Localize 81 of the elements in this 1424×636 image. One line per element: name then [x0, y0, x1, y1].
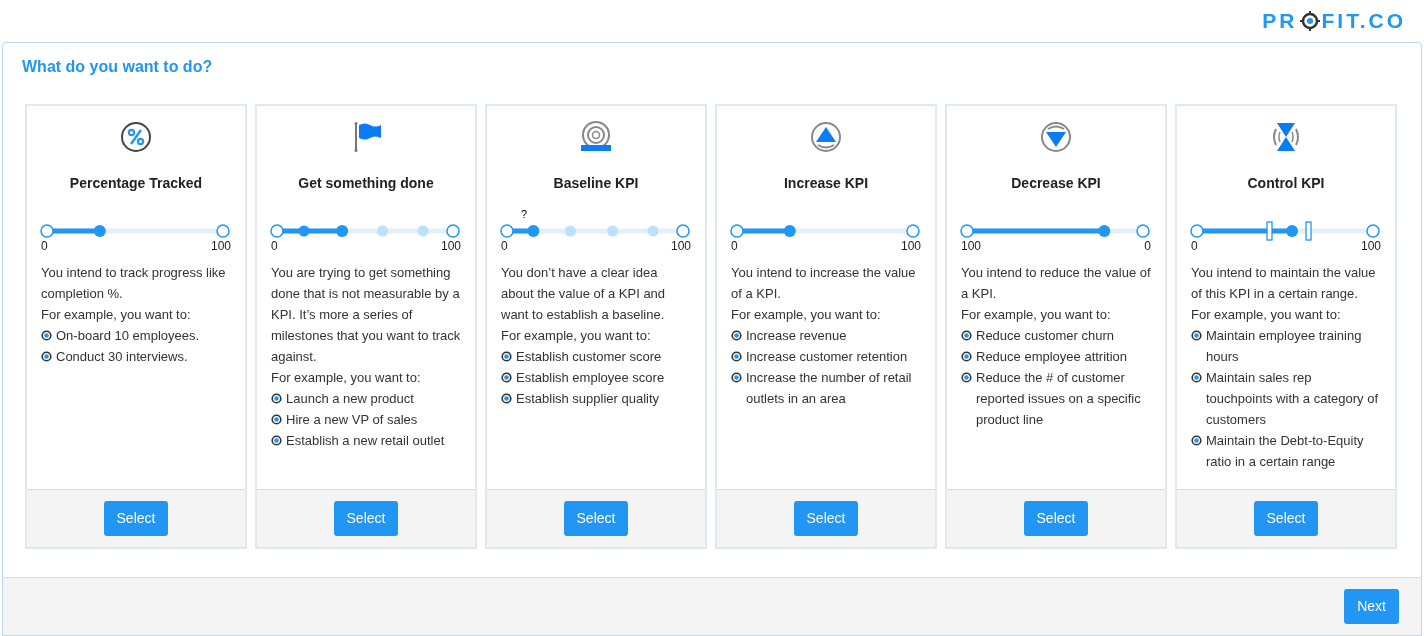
card-title: Get something done: [298, 175, 434, 191]
scale-label: 100: [900, 239, 921, 253]
scale-label: 0: [1191, 239, 1198, 253]
bullet-icon: [1191, 372, 1202, 383]
scale-label: 0: [1144, 239, 1151, 253]
triangle-down-icon: [1040, 121, 1072, 153]
select-button[interactable]: Select: [793, 501, 859, 536]
card-title: Percentage Tracked: [69, 175, 203, 191]
example-item: Maintain sales rep touchpoints with a category of customers: [1206, 369, 1379, 429]
scale-label: 0: [501, 239, 508, 253]
scale-label: 100: [1360, 239, 1381, 253]
example-label: For example, you want to:: [961, 306, 1112, 324]
card-description: You intend to maintain the value of this KPI in a certain range.: [1191, 264, 1377, 303]
select-button[interactable]: Select: [103, 501, 169, 536]
triangle-up-icon: [810, 121, 842, 153]
example-label: For example, you want to:: [41, 306, 192, 324]
card-description: You intend to reduce the value of a KPI.: [961, 264, 1151, 303]
card-title: Increase KPI: [783, 175, 869, 191]
question-mark: ?: [521, 208, 528, 220]
card-title: Baseline KPI: [553, 175, 639, 191]
bullet-icon: [731, 330, 742, 341]
bullet-icon: [41, 330, 52, 341]
example-item: Hire a new VP of sales: [286, 411, 418, 429]
example-label: For example, you want to:: [1191, 306, 1342, 324]
example-item: Increase customer retention: [746, 348, 908, 366]
example-item: Maintain employee training hours: [1206, 327, 1363, 366]
example-item: Launch a new product: [286, 390, 414, 408]
scale-label: 100: [440, 239, 461, 253]
card-title: Decrease KPI: [1011, 175, 1101, 191]
bullet-icon: [731, 372, 742, 383]
example-item: Conduct 30 interviews.: [56, 348, 188, 366]
bullet-icon: [271, 393, 282, 404]
bullet-icon: [501, 351, 512, 362]
bullet-icon: [1191, 330, 1202, 341]
page-heading: What do you want to do?: [22, 58, 213, 75]
example-label: For example, you want to:: [731, 306, 882, 324]
example-item: Establish employee score: [516, 369, 665, 387]
bullet-icon: [961, 351, 972, 362]
scale-label: 100: [210, 239, 231, 253]
select-button[interactable]: Select: [563, 501, 629, 536]
example-item: Reduce the # of customer reported issues on a specific product line: [976, 369, 1142, 429]
bullet-icon: [1191, 435, 1202, 446]
example-item: Reduce customer churn: [976, 327, 1114, 345]
example-label: For example, you want to:: [271, 369, 422, 387]
card-description: You are trying to get something done that is not measurable by a KPI. It’s more a series of milestones that you want to track against.: [271, 264, 461, 366]
next-button[interactable]: Next: [1344, 589, 1399, 624]
logo-text: PR: [1262, 8, 1298, 35]
bullet-icon: [271, 435, 282, 446]
example-item: Establish customer score: [516, 348, 662, 366]
hourglass-icon: [1270, 121, 1302, 153]
scale-label: 100: [961, 239, 982, 253]
example-item: Maintain the Debt-to-Equity ratio in a certain range: [1206, 432, 1365, 471]
bullet-icon: [501, 393, 512, 404]
bullet-icon: [271, 414, 282, 425]
example-item: Reduce employee attrition: [976, 348, 1128, 366]
example-item: Establish a new retail outlet: [286, 432, 445, 450]
scale-label: 100: [670, 239, 691, 253]
target-icon: [1299, 11, 1320, 31]
select-button[interactable]: Select: [1253, 501, 1319, 536]
card-description: You intend to increase the value of a KPI.: [731, 264, 917, 303]
select-button[interactable]: Select: [1023, 501, 1089, 536]
bullet-icon: [731, 351, 742, 362]
example-item: Establish supplier quality: [516, 390, 660, 408]
bullet-icon: [961, 372, 972, 383]
card-title: Control KPI: [1247, 175, 1325, 191]
select-button[interactable]: Select: [333, 501, 399, 536]
logo-text: FIT.CO: [1321, 8, 1406, 35]
example-label: For example, you want to:: [501, 327, 652, 345]
example-item: Increase the number of retail outlets in an area: [746, 369, 913, 408]
scale-label: 0: [731, 239, 738, 253]
scale-label: 0: [41, 239, 48, 253]
bullet-icon: [961, 330, 972, 341]
example-item: On-board 10 employees.: [56, 327, 200, 345]
example-item: Increase revenue: [746, 327, 847, 345]
scale-label: 0: [271, 239, 278, 253]
percent-icon: [120, 121, 152, 153]
bullet-icon: [501, 372, 512, 383]
bullet-icon: [41, 351, 52, 362]
card-description: You don’t have a clear idea about the value of a KPI and want to establish a baseline.: [501, 264, 667, 324]
target-icon: [580, 121, 612, 153]
card-description: You intend to track progress like completion %.: [41, 264, 227, 303]
